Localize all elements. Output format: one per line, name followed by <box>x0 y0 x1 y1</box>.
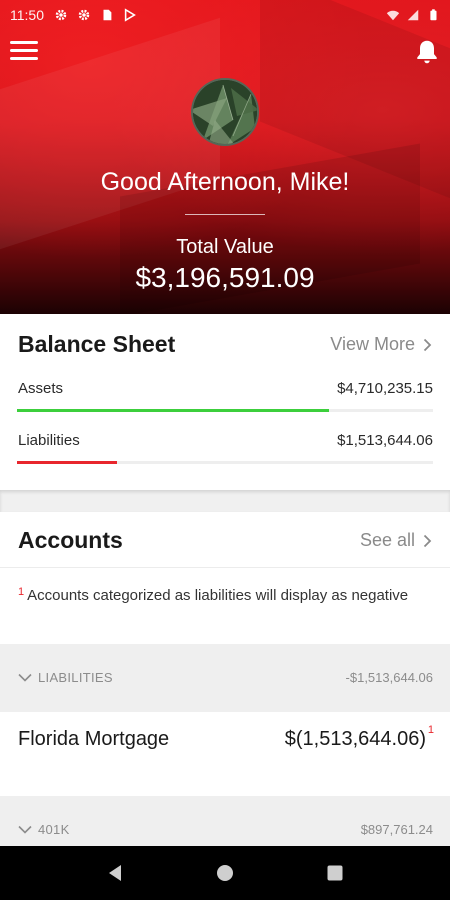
section-separator <box>0 490 450 512</box>
battery-icon <box>430 9 437 21</box>
liabilities-footnote: 1 Accounts categorized as liabilities wil… <box>18 582 418 606</box>
recents-button[interactable] <box>315 853 355 893</box>
hamburger-icon <box>10 49 38 52</box>
hamburger-icon <box>10 41 38 44</box>
total-value-label: Total Value <box>176 236 274 258</box>
group-total: -$1,513,644.06 <box>345 670 433 685</box>
status-bar: 11:50 <box>0 0 450 30</box>
sd-card-icon <box>103 9 112 21</box>
footnote-marker: 1 <box>18 586 25 598</box>
chevron-right-icon <box>423 338 432 351</box>
system-navigation-bar <box>0 846 450 900</box>
settings-notification-icon <box>78 9 90 21</box>
view-more-link[interactable]: View More <box>330 334 432 355</box>
assets-value: $4,710,235.15 <box>337 380 433 397</box>
notifications-bell-icon[interactable] <box>414 38 440 66</box>
avatar-image <box>193 80 257 144</box>
dashboard-header: 11:50 Good Afternoon, Mike! Total Value … <box>0 0 450 314</box>
header-divider <box>185 214 265 215</box>
see-all-link[interactable]: See all <box>360 530 432 551</box>
back-button[interactable] <box>95 853 135 893</box>
hamburger-icon <box>10 57 38 60</box>
liabilities-bar-track <box>17 461 433 464</box>
accounts-card: Accounts See all 1 Accounts categorized a… <box>0 512 450 864</box>
chevron-down-icon <box>18 825 32 834</box>
assets-bar-track <box>17 409 433 412</box>
see-all-label: See all <box>359 530 415 550</box>
avatar[interactable] <box>191 78 259 146</box>
total-value-amount: $3,196,591.09 <box>135 262 315 293</box>
group-header-liabilities[interactable]: LIABILITIES -$1,513,644.06 <box>0 644 450 712</box>
liabilities-value: $1,513,644.06 <box>337 432 433 449</box>
liabilities-bar-fill <box>17 461 117 464</box>
assets-bar-fill <box>17 409 329 412</box>
group-name: LIABILITIES <box>38 670 113 685</box>
group-name: 401K <box>38 822 70 837</box>
recents-square-icon <box>327 865 343 881</box>
back-triangle-icon <box>109 865 121 881</box>
account-row-florida-mortgage[interactable]: Florida Mortgage $(1,513,644.06) 1 <box>0 712 450 796</box>
status-time: 11:50 <box>10 7 44 23</box>
home-circle-icon <box>217 865 233 881</box>
menu-button[interactable] <box>10 41 38 63</box>
chevron-right-icon <box>423 534 432 547</box>
accounts-divider <box>0 567 450 568</box>
wifi-icon <box>386 10 400 21</box>
greeting-text: Good Afternoon, Mike! <box>100 168 350 196</box>
balance-sheet-title: Balance Sheet <box>18 331 176 357</box>
play-store-icon <box>124 8 136 22</box>
footnote-text: Accounts categorized as liabilities will… <box>27 587 409 604</box>
chevron-down-icon <box>18 673 32 682</box>
group-total: $897,761.24 <box>360 822 433 837</box>
account-footnote-marker: 1 <box>427 724 434 736</box>
home-button[interactable] <box>205 853 245 893</box>
assets-label: Assets <box>18 380 64 397</box>
accounts-title: Accounts <box>18 527 123 553</box>
liabilities-label: Liabilities <box>18 432 80 449</box>
view-more-label: View More <box>330 334 415 354</box>
account-value: $(1,513,644.06) <box>284 728 426 750</box>
cell-signal-icon <box>407 9 419 21</box>
balance-sheet-card: Balance Sheet View More Assets $4,710,23… <box>0 314 450 490</box>
settings-notification-icon <box>55 9 67 21</box>
account-name: Florida Mortgage <box>18 728 170 750</box>
